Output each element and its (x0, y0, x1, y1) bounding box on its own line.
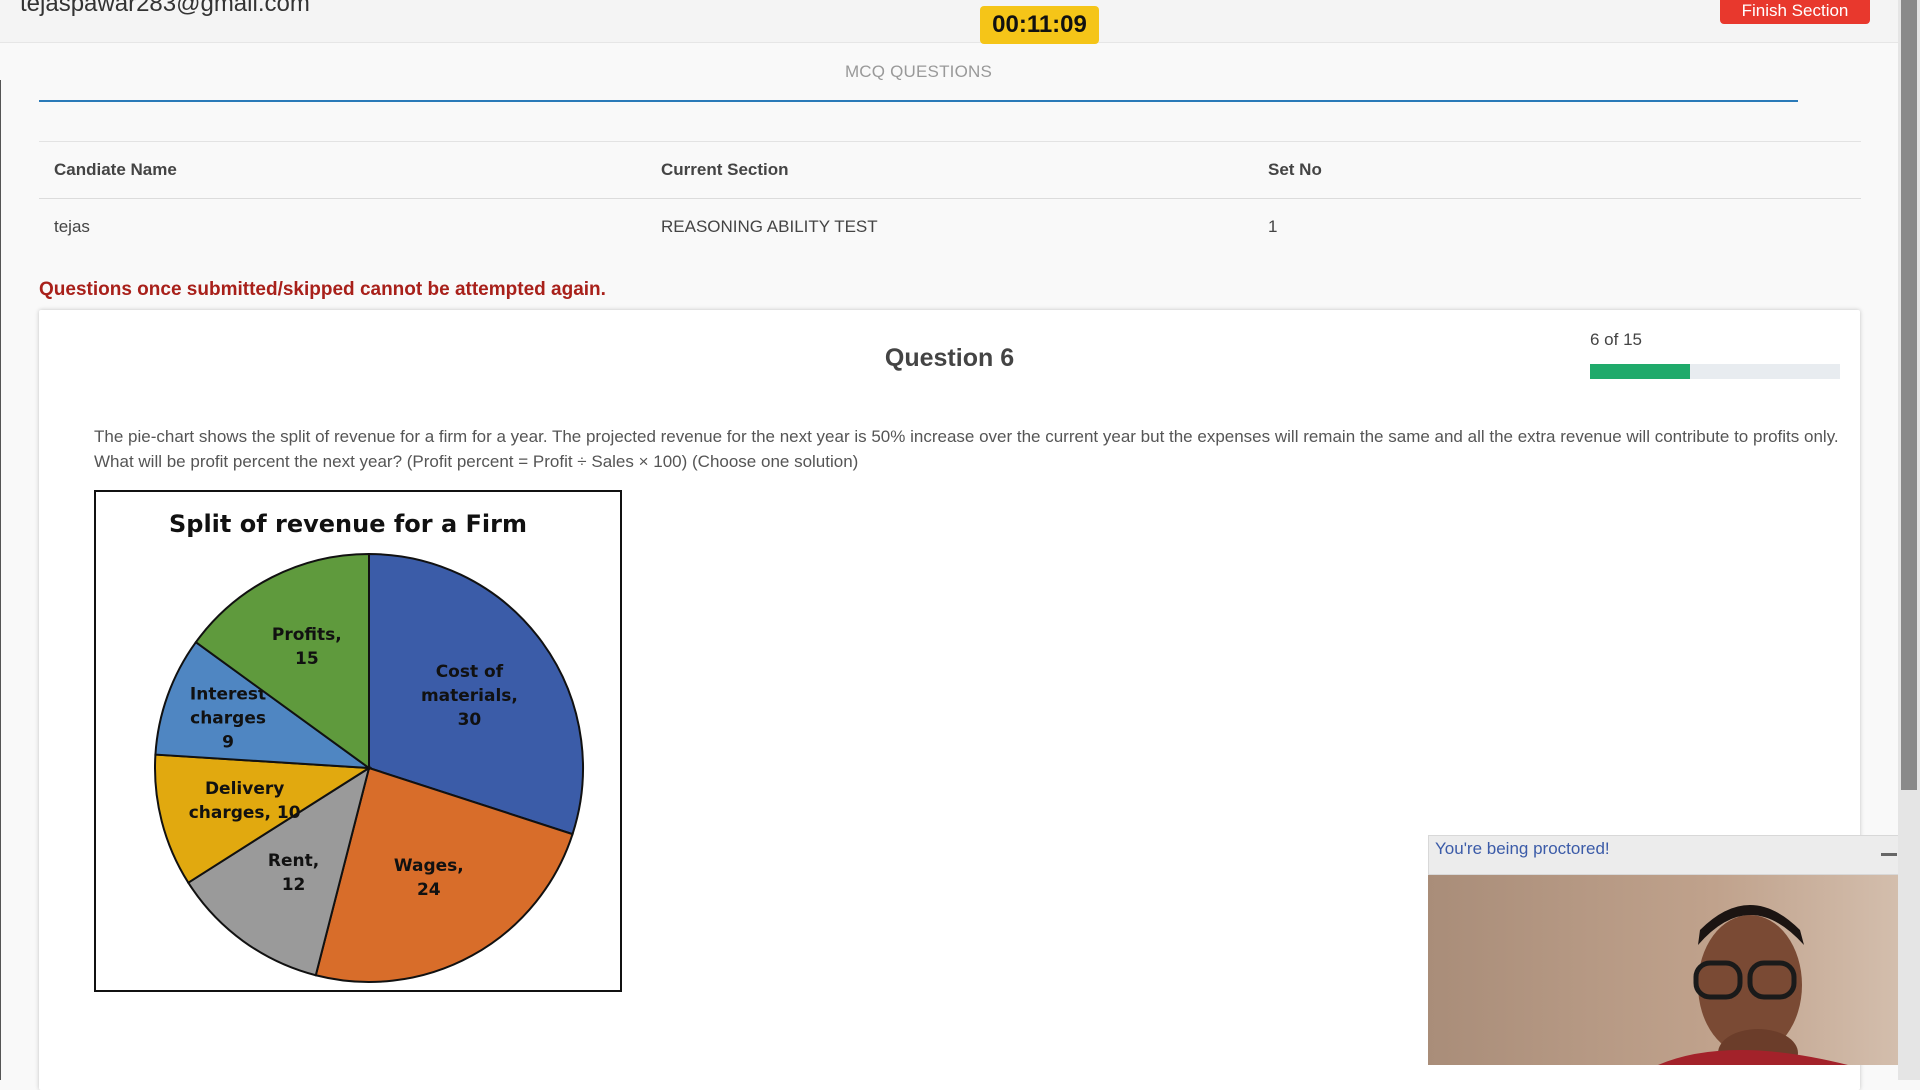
header-current-section: Current Section (646, 141, 1253, 199)
progress-fill (1590, 364, 1690, 379)
warning-message: Questions once submitted/skipped cannot … (39, 279, 606, 300)
candidate-name-value: tejas (54, 217, 90, 236)
page-scrollbar[interactable] (1898, 0, 1920, 1080)
candidate-info-table: Candiate Name Current Section Set No tej… (39, 141, 1861, 255)
pie-chart: Split of revenue for a Firm Cost of mater… (154, 510, 584, 983)
proctor-header: You're being proctored! (1428, 835, 1906, 875)
tab-mcq-questions[interactable]: MCQ QUESTIONS (40, 62, 1797, 82)
question-title: Question 6 (884, 344, 1015, 372)
active-tab-underline (39, 100, 1798, 102)
webcam-feed (1428, 875, 1906, 1065)
countdown-timer: 00:11:09 (980, 6, 1099, 44)
minimize-icon[interactable] (1881, 853, 1897, 856)
current-section-value: REASONING ABILITY TEST (661, 217, 878, 236)
header-candidate-name: Candiate Name (39, 141, 646, 199)
header-set-no: Set No (1253, 141, 1861, 199)
user-email: tejaspawar283@gmail.com (20, 0, 310, 17)
question-text: The pie-chart shows the split of revenue… (94, 427, 1839, 471)
set-no-value: 1 (1268, 217, 1278, 236)
question-progress-bar (1590, 364, 1840, 379)
webcam-image (1428, 875, 1906, 1065)
chart-title: Split of revenue for a Firm (169, 510, 527, 538)
table-header-row: Candiate Name Current Section Set No (39, 141, 1861, 199)
pie-chart-image: Split of revenue for a Firm Cost of mater… (94, 490, 622, 992)
finish-section-button[interactable]: Finish Section (1720, 0, 1870, 24)
proctor-label: You're being proctored! (1435, 839, 1610, 858)
scrollbar-thumb[interactable] (1901, 0, 1917, 790)
question-counter: 6 of 15 (1590, 330, 1642, 349)
proctor-widget: You're being proctored! (1428, 835, 1906, 1075)
top-bar: tejaspawar283@gmail.com 00:11:09 Finish … (0, 0, 1898, 44)
left-divider (0, 80, 1, 1080)
table-row: tejas REASONING ABILITY TEST 1 (39, 199, 1861, 256)
